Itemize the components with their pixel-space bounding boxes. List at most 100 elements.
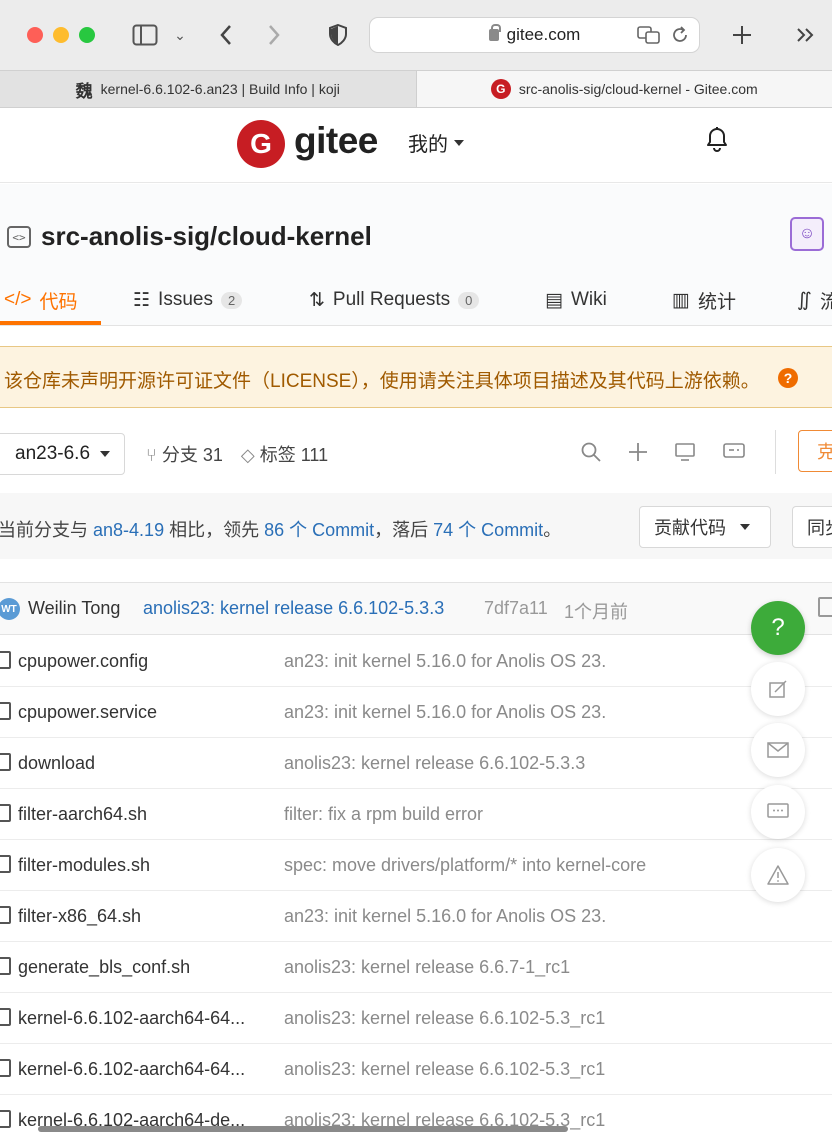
report-warning-icon[interactable]	[751, 848, 805, 902]
license-warning-text: 该仓库未声明开源许可证文件（LICENSE），使用请关注具体项目描述及其代码上游…	[4, 371, 760, 392]
ahead-commits-link[interactable]: 86 个 Commit	[264, 520, 374, 540]
web-ide-icon[interactable]	[673, 440, 697, 464]
add-file-icon[interactable]	[626, 440, 650, 464]
bell-icon[interactable]	[704, 124, 730, 154]
file-row[interactable]: download anolis23: kernel release 6.6.102…	[0, 738, 832, 789]
clone-button[interactable]: 克	[798, 430, 832, 472]
file-name-link[interactable]: download	[18, 753, 95, 774]
commit-message-link[interactable]: anolis23: kernel release 6.6.102-5.3.3	[143, 598, 444, 619]
sync-button[interactable]: 同步	[792, 506, 832, 548]
file-commit-message[interactable]: anolis23: kernel release 6.6.102-5.3.3	[284, 753, 585, 774]
tags-link[interactable]: ◇ 标签 111	[241, 441, 328, 467]
horizontal-scrollbar[interactable]	[38, 1126, 568, 1132]
branches-link[interactable]: ⑂ 分支 31	[146, 441, 223, 467]
translate-icon[interactable]	[637, 26, 661, 48]
address-bar[interactable]: gitee.com	[369, 17, 700, 53]
file-row[interactable]: kernel-6.6.102-aarch64-64... anolis23: ke…	[0, 993, 832, 1044]
avatar[interactable]: WT	[0, 598, 20, 620]
file-row[interactable]: filter-modules.sh spec: move drivers/plat…	[0, 840, 832, 891]
tab-pull-requests[interactable]: ⇅ Pull Requests 0	[309, 274, 480, 326]
repo-header: <> src-anolis-sig/cloud-kernel ☺ </> 代码 …	[0, 184, 832, 326]
file-row[interactable]: generate_bls_conf.sh anolis23: kernel rel…	[0, 942, 832, 993]
more-tabs-icon[interactable]	[792, 20, 820, 50]
branches-label: 分支 31	[161, 445, 223, 465]
tab-stats[interactable]: ▥ 统计	[672, 274, 736, 326]
file-commit-message[interactable]: spec: move drivers/platform/* into kerne…	[284, 855, 646, 876]
tab-issues-label: Issues	[158, 289, 213, 310]
file-name-link[interactable]: cpupower.service	[18, 702, 157, 723]
file-commit-message[interactable]: an23: init kernel 5.16.0 for Anolis OS 2…	[284, 906, 606, 927]
zoom-window-button[interactable]	[79, 27, 95, 43]
file-icon	[0, 957, 11, 975]
search-icon[interactable]	[579, 440, 603, 464]
repo-tabs: </> 代码 ☷ Issues 2 ⇅ Pull Requests 0 ▤ Wi…	[0, 274, 832, 326]
file-commit-message[interactable]: anolis23: kernel release 6.6.102-5.3_rc1	[284, 1059, 605, 1080]
mine-menu[interactable]: 我的	[408, 128, 464, 157]
tab-label: kernel-6.6.102-6.an23 | Build Info | koj…	[100, 81, 340, 97]
tag-icon: ◇	[240, 445, 255, 465]
gitee-logo-icon[interactable]: G	[237, 120, 285, 168]
file-commit-message[interactable]: an23: init kernel 5.16.0 for Anolis OS 2…	[284, 651, 606, 672]
file-commit-message[interactable]: anolis23: kernel release 6.6.7-1_rc1	[284, 957, 570, 978]
chevron-down-icon[interactable]: ⌄	[170, 20, 190, 50]
commit-history-icon[interactable]	[818, 597, 832, 617]
file-commit-message[interactable]: filter: fix a rpm build error	[284, 804, 483, 825]
file-name-link[interactable]: kernel-6.6.102-aarch64-64...	[18, 1059, 245, 1080]
help-float-button[interactable]: ?	[751, 601, 805, 655]
tab-issues[interactable]: ☷ Issues 2	[133, 274, 243, 326]
file-icon	[0, 855, 11, 873]
tab-wiki[interactable]: ▤ Wiki	[545, 274, 607, 326]
gitee-logo-text[interactable]: gitee	[294, 120, 378, 162]
file-name-link[interactable]: filter-aarch64.sh	[18, 804, 147, 825]
toolbar-divider	[775, 430, 776, 474]
minimize-window-button[interactable]	[53, 27, 69, 43]
compare-base-link[interactable]: an8-4.19	[93, 520, 164, 540]
commit-time: 1个月前	[564, 602, 629, 622]
close-window-button[interactable]	[27, 27, 43, 43]
commit-hash[interactable]: 7df7a11	[484, 598, 548, 619]
mail-icon[interactable]	[751, 723, 805, 777]
file-icon	[0, 804, 11, 822]
help-icon[interactable]: ?	[778, 368, 798, 388]
file-name-link[interactable]: cpupower.config	[18, 651, 148, 672]
file-commit-message[interactable]: anolis23: kernel release 6.6.102-5.3_rc1	[284, 1008, 605, 1029]
file-name-link[interactable]: filter-modules.sh	[18, 855, 150, 876]
gvp-badge-icon[interactable]: ☺	[790, 217, 824, 251]
behind-commits-link[interactable]: 74 个 Commit	[433, 520, 543, 540]
tab-wiki-label: Wiki	[570, 289, 607, 310]
file-row[interactable]: filter-aarch64.sh filter: fix a rpm build…	[0, 789, 832, 840]
contribute-label: 贡献代码	[654, 518, 726, 538]
tab-code[interactable]: </> 代码	[4, 274, 78, 326]
new-tab-button[interactable]	[728, 20, 756, 50]
tab-gitee[interactable]: G src-anolis-sig/cloud-kernel - Gitee.co…	[415, 71, 832, 107]
tab-koji[interactable]: 魏 kernel-6.6.102-6.an23 | Build Info | k…	[0, 71, 416, 107]
back-button[interactable]	[212, 20, 240, 50]
file-row[interactable]: cpupower.service an23: init kernel 5.16.0…	[0, 687, 832, 738]
feedback-edit-icon[interactable]	[751, 662, 805, 716]
mine-label: 我的	[408, 134, 448, 156]
compare-middle: 相比，领先	[169, 520, 260, 540]
chat-icon[interactable]	[751, 785, 805, 839]
forward-button[interactable]	[260, 20, 288, 50]
license-warning: 该仓库未声明开源许可证文件（LICENSE），使用请关注具体项目描述及其代码上游…	[0, 346, 832, 408]
sidebar-toggle-icon[interactable]	[130, 20, 160, 50]
contribute-button[interactable]: 贡献代码	[639, 506, 771, 548]
commit-author[interactable]: Weilin Tong	[28, 598, 120, 619]
lock-icon	[488, 24, 501, 41]
branch-select[interactable]: an23-6.6	[0, 433, 125, 475]
shield-icon[interactable]	[326, 20, 350, 50]
file-name-link[interactable]: kernel-6.6.102-aarch64-64...	[18, 1008, 245, 1029]
file-commit-message[interactable]: an23: init kernel 5.16.0 for Anolis OS 2…	[284, 702, 606, 723]
repo-title[interactable]: src-anolis-sig/cloud-kernel	[41, 221, 372, 252]
file-name-link[interactable]: filter-x86_64.sh	[18, 906, 141, 927]
file-row[interactable]: cpupower.config an23: init kernel 5.16.0 …	[0, 636, 832, 687]
file-icon	[0, 1059, 11, 1077]
file-row[interactable]: kernel-6.6.102-aarch64-64... anolis23: ke…	[0, 1044, 832, 1095]
issues-icon: ☷	[133, 289, 151, 311]
file-row[interactable]: filter-x86_64.sh an23: init kernel 5.16.0…	[0, 891, 832, 942]
tab-pipeline[interactable]: ∬ 流	[797, 274, 832, 326]
branch-name: an23-6.6	[15, 443, 91, 464]
file-name-link[interactable]: generate_bls_conf.sh	[18, 957, 190, 978]
reload-icon[interactable]	[671, 26, 689, 48]
comment-icon[interactable]	[722, 440, 746, 464]
